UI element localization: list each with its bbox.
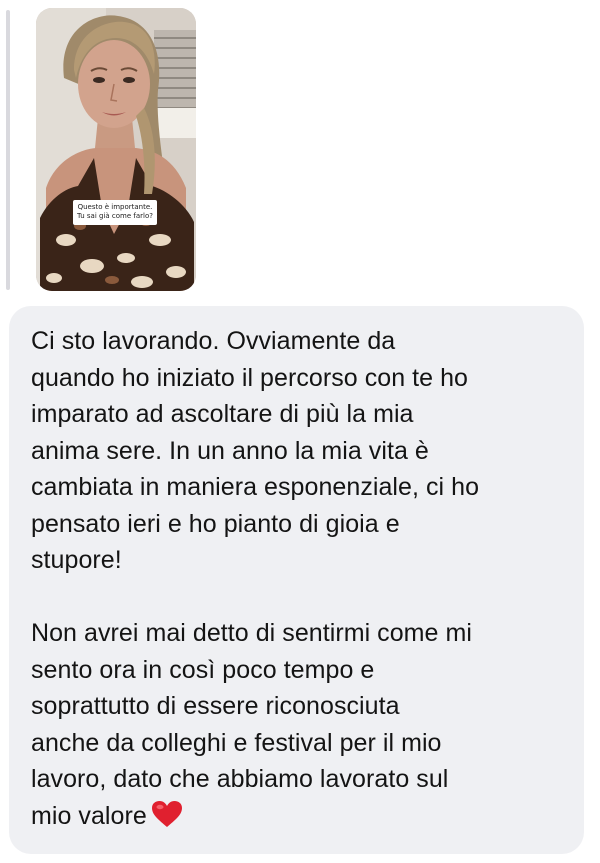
message-line: anima sere. In un anno la mia vita è (31, 436, 429, 465)
message-line: cambiata in maniera esponenziale, ci ho (31, 473, 480, 501)
message-line: quando ho iniziato il percorso con te ho (31, 363, 469, 392)
message-line: Non avrei mai detto di sentirmi come mi (31, 619, 472, 647)
message-paragraph-1: Ci sto lavorando. Ovviamente da quando h… (31, 323, 564, 579)
message-paragraph-2: Non avrei mai detto di sentirmi come mi … (31, 615, 564, 838)
heart-icon (151, 800, 183, 839)
story-photo (36, 8, 196, 291)
reply-quote-line (6, 10, 10, 290)
message-line: soprattutto di essere riconosciuta (31, 692, 400, 720)
story-reply-thumbnail[interactable]: Questo è importante. Tu sai già come far… (36, 8, 196, 291)
message-line: anche da colleghi e festival per il mio (31, 728, 442, 757)
message-line: lavoro, dato che abbiamo lavorato sul (31, 765, 449, 793)
sticker-line-2: Tu sai già come farlo? (77, 212, 153, 220)
message-line: pensato ieri e ho pianto di gioia e (31, 509, 400, 538)
sticker-line-1: Questo è importante. (77, 203, 153, 211)
message-bubble[interactable]: Ci sto lavorando. Ovviamente da quando h… (9, 306, 584, 854)
story-text-sticker: Questo è importante. Tu sai già come far… (73, 200, 157, 225)
message-line: Ci sto lavorando. Ovviamente da (31, 327, 396, 355)
message-line: stupore! (31, 546, 122, 574)
message-line: imparato ad ascoltare di più la mia (31, 400, 414, 428)
message-line: mio valore (31, 801, 147, 830)
message-line: sento ora in così poco tempo e (31, 655, 375, 684)
